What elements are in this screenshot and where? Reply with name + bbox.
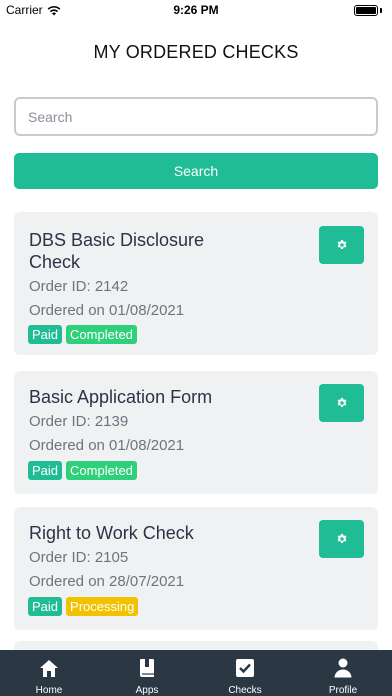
order-title: DBS Basic Disclosure Check xyxy=(29,230,205,272)
checkbox-icon xyxy=(234,657,256,679)
tab-label: Apps xyxy=(135,685,159,696)
tab-label: Home xyxy=(35,685,63,696)
order-settings-button[interactable] xyxy=(319,384,364,422)
order-card[interactable]: DBS Basic Disclosure Check Order ID: 214… xyxy=(14,212,378,355)
tab-apps[interactable]: Apps xyxy=(98,650,196,696)
payment-badge: Paid xyxy=(28,325,63,344)
status-badges: Paid Completed xyxy=(28,325,137,344)
status-badges: Paid Completed xyxy=(28,461,137,480)
order-date: Ordered on 28/07/2021 xyxy=(29,573,185,590)
order-card[interactable]: Right to Work Check Order ID: 2105 Order… xyxy=(14,507,378,630)
order-id: Order ID: 2142 xyxy=(29,278,129,295)
order-id: Order ID: 2105 xyxy=(29,549,129,566)
battery-icon xyxy=(354,5,378,16)
bottom-tab-bar: Home Apps Checks Profile xyxy=(0,650,392,696)
status-bar: Carrier 9:26 PM xyxy=(0,0,392,22)
battery-tip xyxy=(380,8,382,13)
tab-profile[interactable]: Profile xyxy=(294,650,392,696)
page-title: MY ORDERED CHECKS xyxy=(93,42,299,62)
status-badge: Completed xyxy=(66,325,137,344)
payment-badge: Paid xyxy=(28,461,63,480)
search-button[interactable]: Search xyxy=(14,153,378,189)
tab-label: Checks xyxy=(228,685,262,696)
order-card[interactable]: Basic Application Form Order ID: 2139 Or… xyxy=(14,371,378,494)
tab-label: Profile xyxy=(328,685,358,696)
status-time: 9:26 PM xyxy=(173,3,219,17)
tab-home[interactable]: Home xyxy=(0,650,98,696)
status-badge: Processing xyxy=(66,597,139,616)
gear-icon xyxy=(337,240,346,249)
gear-icon xyxy=(337,398,346,407)
order-title: Basic Application Form xyxy=(29,387,213,407)
order-id: Order ID: 2139 xyxy=(29,413,129,430)
gear-icon xyxy=(337,534,346,543)
status-badges: Paid Processing xyxy=(28,597,139,616)
search-input[interactable] xyxy=(14,97,378,136)
payment-badge: Paid xyxy=(28,597,63,616)
book-icon xyxy=(136,657,158,679)
home-icon xyxy=(38,657,60,679)
status-badge: Completed xyxy=(66,461,137,480)
order-settings-button[interactable] xyxy=(319,520,364,558)
order-date: Ordered on 01/08/2021 xyxy=(29,437,185,454)
order-title: Right to Work Check xyxy=(29,523,194,543)
user-icon xyxy=(332,657,354,679)
order-date: Ordered on 01/08/2021 xyxy=(29,302,185,319)
order-settings-button[interactable] xyxy=(319,226,364,264)
tab-checks[interactable]: Checks xyxy=(196,650,294,696)
